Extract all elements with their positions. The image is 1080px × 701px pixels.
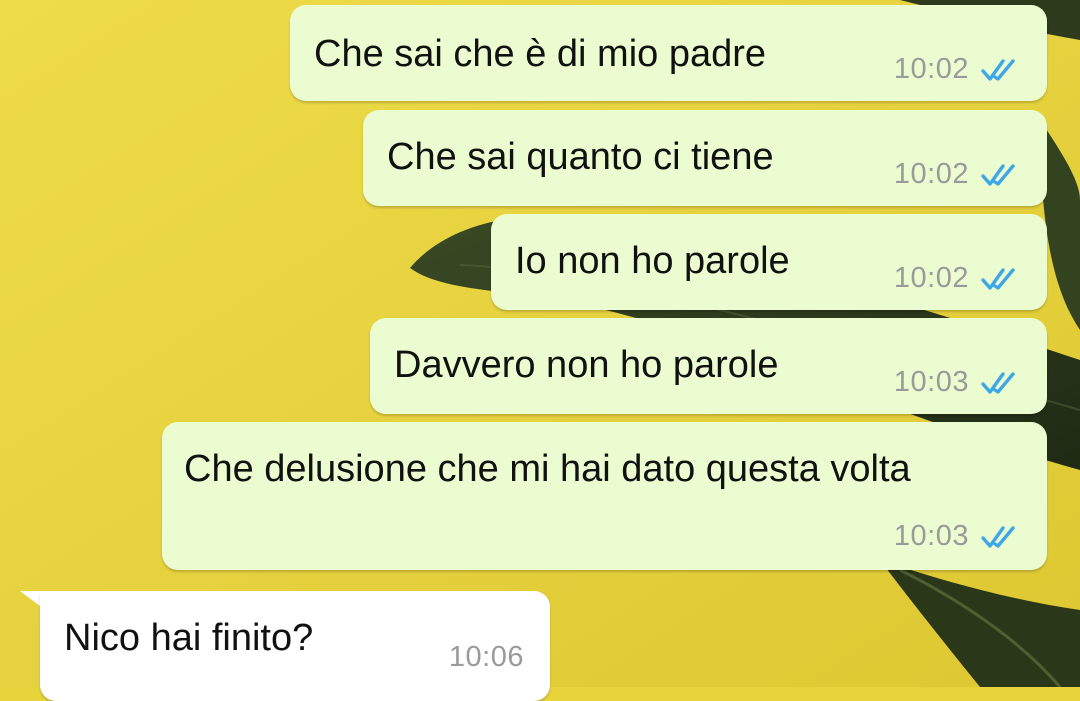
message-bubble-outgoing[interactable]: Che delusione che mi hai dato questa vol… <box>162 422 1047 570</box>
message-text: Che sai che è di mio padre <box>314 33 767 75</box>
double-check-icon <box>981 267 1015 290</box>
double-check-icon <box>981 525 1015 548</box>
double-check-icon <box>981 58 1015 81</box>
double-check-icon <box>981 163 1015 186</box>
message-meta: 10:06 <box>449 641 524 674</box>
message-meta: 10:02 <box>894 262 1021 295</box>
message-meta: 10:03 <box>894 520 1021 553</box>
message-bubble-outgoing[interactable]: Davvero non ho parole 10:03 <box>370 318 1047 414</box>
message-time: 10:03 <box>893 366 969 398</box>
message-time: 10:02 <box>893 262 969 294</box>
message-bubble-outgoing[interactable]: Che sai che è di mio padre 10:02 <box>290 5 1047 101</box>
message-time: 10:02 <box>893 158 969 190</box>
chat-message-list: Che sai che è di mio padre 10:02 Che sai… <box>0 0 1080 701</box>
message-meta: 10:02 <box>894 158 1021 191</box>
message-text: Nico hai finito? <box>64 617 314 659</box>
message-time: 10:02 <box>893 53 969 85</box>
message-bubble-outgoing[interactable]: Io non ho parole 10:02 <box>491 214 1047 310</box>
message-text: Davvero non ho parole <box>394 344 779 386</box>
message-text: Che sai quanto ci tiene <box>387 136 774 178</box>
message-time: 10:03 <box>893 520 969 552</box>
message-bubble-incoming[interactable]: Nico hai finito? 10:06 <box>40 591 550 701</box>
message-meta: 10:03 <box>894 366 1021 399</box>
message-text: Che delusione che mi hai dato questa vol… <box>184 448 911 490</box>
message-bubble-outgoing[interactable]: Che sai quanto ci tiene 10:02 <box>363 110 1047 206</box>
message-time: 10:06 <box>448 641 524 673</box>
message-meta: 10:02 <box>894 53 1021 86</box>
double-check-icon <box>981 371 1015 394</box>
message-text: Io non ho parole <box>515 240 790 282</box>
